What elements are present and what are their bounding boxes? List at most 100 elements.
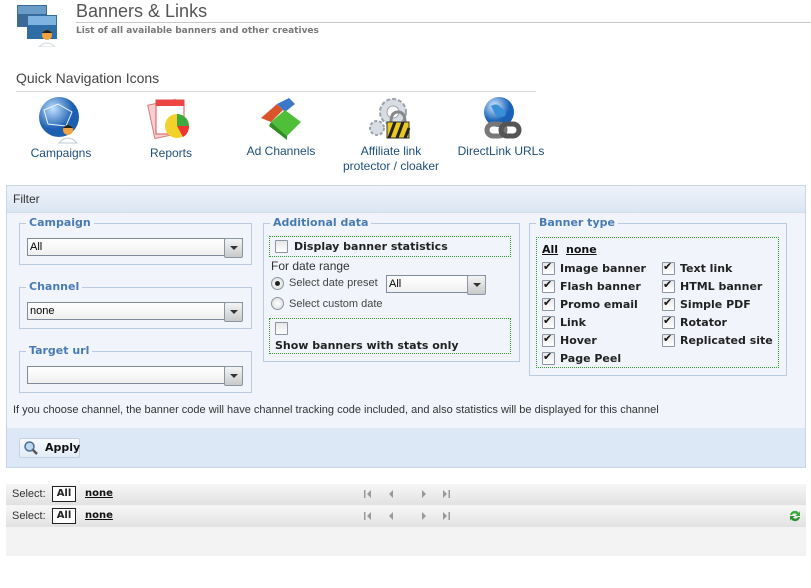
- page-peel-checkbox[interactable]: [542, 350, 555, 365]
- apply-bar: Apply: [7, 428, 805, 467]
- html-banner-checkbox[interactable]: [662, 278, 675, 293]
- channel-note: If you choose channel, the banner code w…: [13, 404, 659, 416]
- first-page-icon[interactable]: [363, 489, 373, 499]
- banner-type-box: All none Image banner Flash banner Promo…: [536, 237, 779, 368]
- rotator-label: Rotator: [680, 316, 727, 329]
- channel-fieldset: Channel none: [19, 280, 252, 329]
- quick-nav-directlink[interactable]: DirectLink URLs: [446, 96, 556, 159]
- date-preset-value: All: [389, 278, 402, 290]
- channel-value: none: [30, 305, 55, 317]
- replicated-site-checkbox[interactable]: [662, 332, 675, 347]
- next-page-icon[interactable]: [419, 489, 429, 499]
- quick-nav-label: Campaigns: [30, 146, 92, 160]
- filter-header: Filter: [7, 186, 805, 213]
- channel-legend: Channel: [26, 280, 83, 293]
- quick-nav-campaigns[interactable]: Campaigns: [6, 96, 116, 161]
- grid-bottom-bar: Select: All none: [6, 506, 806, 527]
- simple-pdf-checkbox[interactable]: [662, 296, 675, 311]
- quick-nav-reports[interactable]: Reports: [116, 96, 226, 161]
- filter-panel: Filter Campaign All Channel none Target …: [6, 185, 806, 468]
- refresh-icon[interactable]: [788, 509, 802, 523]
- rotator-checkbox[interactable]: [662, 314, 675, 329]
- stats-only-label: Show banners with stats only: [275, 339, 459, 352]
- html-banner-label: HTML banner: [680, 280, 763, 293]
- select-label: Select:: [12, 510, 46, 522]
- chevron-down-icon[interactable]: [467, 275, 486, 295]
- date-range-label: For date range: [271, 259, 350, 273]
- quick-nav-label-line2: protector / cloaker: [342, 159, 440, 173]
- last-page-icon[interactable]: [441, 489, 451, 499]
- quick-nav-title: Quick Navigation Icons: [16, 70, 160, 86]
- date-preset-select[interactable]: All: [386, 275, 486, 295]
- page-title: Banners & Links: [76, 1, 208, 21]
- campaign-legend: Campaign: [26, 216, 94, 229]
- next-page-icon[interactable]: [419, 511, 429, 521]
- simple-pdf-label: Simple PDF: [680, 298, 751, 311]
- banner-type-none-link[interactable]: none: [566, 243, 597, 256]
- quick-nav-label: Ad Channels: [246, 144, 316, 158]
- date-preset-label: Select date preset: [289, 277, 378, 289]
- globe-chain-icon: [484, 97, 522, 139]
- promo-email-checkbox[interactable]: [542, 296, 555, 311]
- stats-only-box: Show banners with stats only: [269, 318, 511, 354]
- prev-page-icon[interactable]: [386, 511, 396, 521]
- grid-top-bar: Select: All none: [6, 484, 806, 505]
- quick-nav-divider: [16, 91, 536, 92]
- banners-person-icon: [17, 5, 63, 48]
- filter-title: Filter: [13, 192, 40, 206]
- prev-page-icon[interactable]: [386, 489, 396, 499]
- banner-type-all-link[interactable]: All: [542, 243, 558, 256]
- flash-banner-label: Flash banner: [560, 280, 641, 293]
- quick-nav-ad-channels[interactable]: Ad Channels: [226, 96, 336, 159]
- puzzle-blocks-icon: [261, 98, 301, 140]
- chart-report-icon: [147, 98, 190, 140]
- first-page-icon[interactable]: [363, 511, 373, 521]
- link-label: Link: [560, 316, 586, 329]
- banner-grid: Select: All none Select: All none: [6, 484, 806, 556]
- select-none-link[interactable]: none: [85, 510, 113, 521]
- banner-type-fieldset: Banner type All none Image banner Flash …: [529, 216, 787, 376]
- quick-nav-label: Reports: [149, 146, 193, 160]
- chevron-down-icon[interactable]: [224, 238, 243, 258]
- last-page-icon[interactable]: [441, 511, 451, 521]
- magnifier-icon: [24, 441, 38, 455]
- banner-type-legend: Banner type: [536, 216, 618, 229]
- promo-email-label: Promo email: [560, 298, 638, 311]
- display-stats-box: Display banner statistics: [269, 236, 511, 257]
- quick-nav-label-line1: Affiliate link: [360, 144, 422, 158]
- custom-date-label: Select custom date: [289, 298, 383, 310]
- chevron-down-icon[interactable]: [224, 302, 243, 322]
- custom-date-radio[interactable]: [271, 297, 284, 310]
- quick-nav-link-protector[interactable]: Affiliate link protector / cloaker: [336, 96, 446, 174]
- channel-select[interactable]: none: [27, 302, 243, 322]
- flash-banner-checkbox[interactable]: [542, 278, 555, 293]
- additional-data-fieldset: Additional data Display banner statistic…: [263, 216, 520, 362]
- select-all-button[interactable]: All: [52, 508, 76, 524]
- additional-data-legend: Additional data: [270, 216, 372, 229]
- date-preset-radio[interactable]: [271, 277, 284, 290]
- apply-label: Apply: [45, 441, 81, 454]
- globe-person-icon: [39, 97, 79, 144]
- quick-nav-label: DirectLink URLs: [457, 144, 545, 158]
- header-divider: [76, 22, 811, 23]
- stats-only-checkbox[interactable]: [275, 322, 288, 335]
- hover-label: Hover: [560, 334, 597, 347]
- campaign-value: All: [30, 241, 43, 253]
- link-checkbox[interactable]: [542, 314, 555, 329]
- display-stats-checkbox[interactable]: [275, 240, 288, 253]
- campaign-fieldset: Campaign All: [19, 216, 252, 265]
- gears-lock-icon: [369, 98, 411, 139]
- image-banner-checkbox[interactable]: [542, 260, 555, 275]
- page-subtitle: List of all available banners and other …: [76, 26, 319, 36]
- chevron-down-icon[interactable]: [224, 366, 243, 386]
- apply-button[interactable]: Apply: [19, 438, 80, 458]
- text-link-label: Text link: [680, 262, 733, 275]
- text-link-checkbox[interactable]: [662, 260, 675, 275]
- target-url-select[interactable]: [27, 366, 243, 386]
- image-banner-label: Image banner: [560, 262, 646, 275]
- select-all-button[interactable]: All: [52, 486, 76, 502]
- campaign-select[interactable]: All: [27, 238, 243, 258]
- select-none-link[interactable]: none: [85, 488, 113, 499]
- hover-checkbox[interactable]: [542, 332, 555, 347]
- display-stats-label: Display banner statistics: [294, 240, 448, 253]
